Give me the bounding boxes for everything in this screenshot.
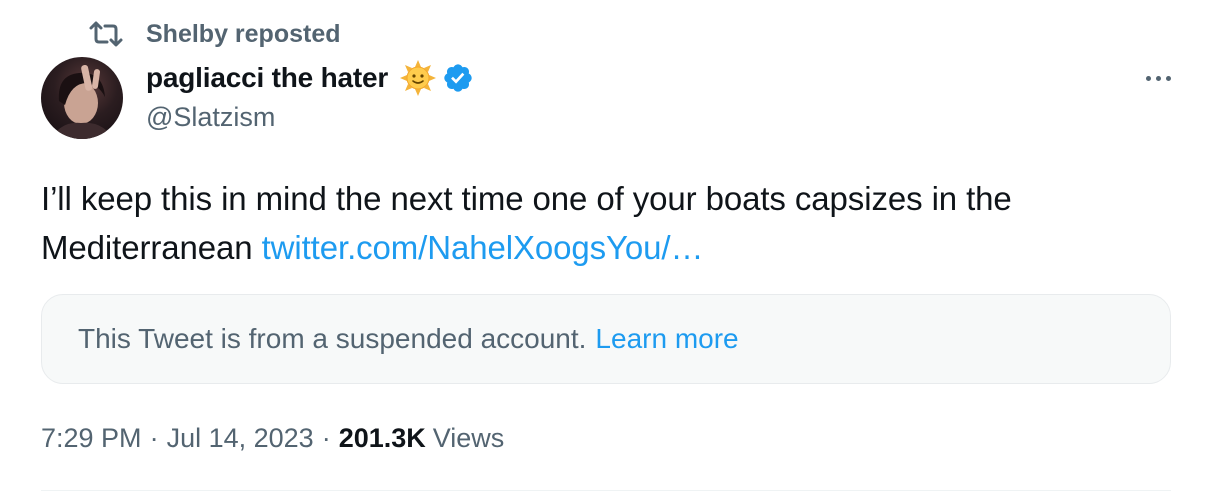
more-dot-icon [1165,75,1171,81]
meta-separator: · [149,422,159,453]
repost-header[interactable]: Shelby reposted [88,18,341,50]
avatar[interactable] [41,57,123,139]
views-label[interactable]: Views [433,423,505,454]
verified-badge-icon[interactable] [442,62,474,94]
sun-face-emoji-icon [400,60,437,96]
repost-label[interactable]: Shelby reposted [146,20,341,49]
tweet-metadata: 7:29 PM · Jul 14, 2023 · 201.3K Views [41,420,504,456]
divider [41,490,1171,491]
more-dot-icon [1155,75,1161,81]
author-handle[interactable]: @Slatzism [146,102,275,133]
views-count[interactable]: 201.3K [339,423,426,454]
suspended-quote-notice: This Tweet is from a suspended account. … [41,294,1171,384]
learn-more-link[interactable]: Learn more [595,323,738,355]
author-name-row[interactable]: pagliacci the hater [146,58,474,98]
meta-separator: · [321,422,331,453]
more-options-button[interactable] [1138,64,1178,92]
tweet-text: I’ll keep this in mind the next time one… [41,174,1161,272]
tweet-time[interactable]: 7:29 PM [41,423,142,454]
notice-text: This Tweet is from a suspended account. [78,323,587,354]
repost-icon [89,21,123,47]
more-dot-icon [1145,75,1151,81]
tweet-link[interactable]: twitter.com/NahelXoogsYou/… [262,229,704,266]
author-display-name[interactable]: pagliacci the hater [146,62,388,94]
avatar-image [51,64,113,139]
tweet-date[interactable]: Jul 14, 2023 [167,423,314,454]
